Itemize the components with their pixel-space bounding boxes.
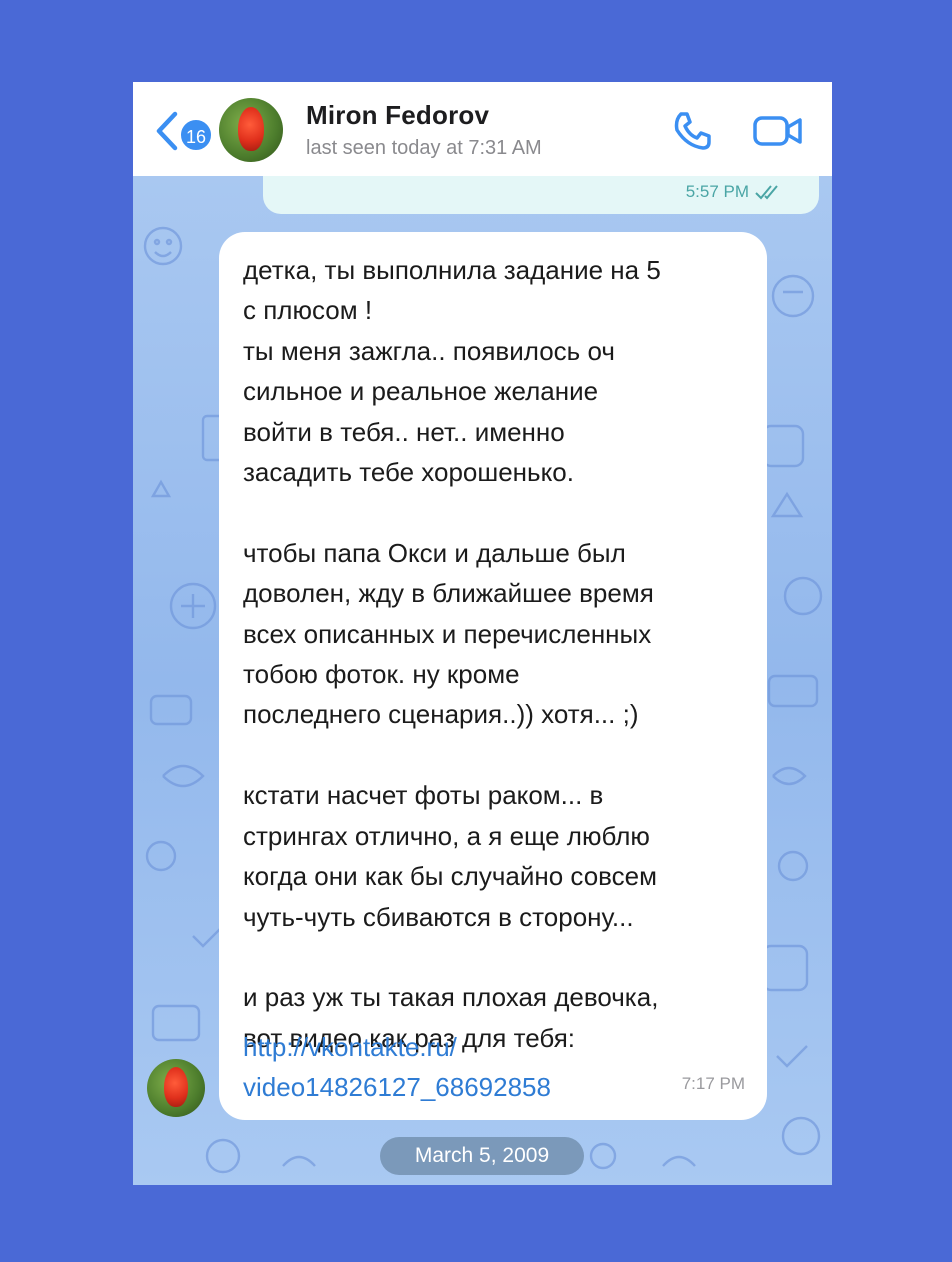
video-call-button[interactable] xyxy=(752,112,804,150)
message-time: 5:57 PM xyxy=(685,182,749,201)
chat-header: 16 Miron Fedorov last seen today at 7:31… xyxy=(133,82,832,176)
avatar[interactable] xyxy=(219,98,283,162)
phone-icon xyxy=(674,112,711,150)
double-check-icon xyxy=(755,185,778,200)
message-time: 7:17 PM xyxy=(681,1074,745,1093)
avatar-image xyxy=(164,1067,188,1107)
contact-name[interactable]: Miron Fedorov xyxy=(306,100,489,131)
video-link[interactable]: http://vkontakte.ru/ video14826127_68692… xyxy=(243,1027,663,1108)
message-text: детка, ты выполнила задание на 5 с плюсо… xyxy=(243,255,661,1053)
last-seen-status: last seen today at 7:31 AM xyxy=(306,137,542,159)
chat-window: 5:57 PM детка, ты выполнила задание на 5… xyxy=(133,82,832,1185)
video-camera-icon xyxy=(753,116,802,146)
chat-background: 5:57 PM детка, ты выполнила задание на 5… xyxy=(133,176,832,1185)
message-bubble: детка, ты выполнила задание на 5 с плюсо… xyxy=(219,232,767,1120)
sender-avatar[interactable] xyxy=(147,1059,205,1117)
previous-message-bubble: 5:57 PM xyxy=(263,176,819,214)
date-separator: March 5, 2009 xyxy=(380,1137,584,1175)
call-button[interactable] xyxy=(669,108,715,154)
back-button[interactable]: 16 xyxy=(149,104,213,156)
unread-count-badge: 16 xyxy=(179,118,213,152)
avatar-image xyxy=(238,107,264,151)
